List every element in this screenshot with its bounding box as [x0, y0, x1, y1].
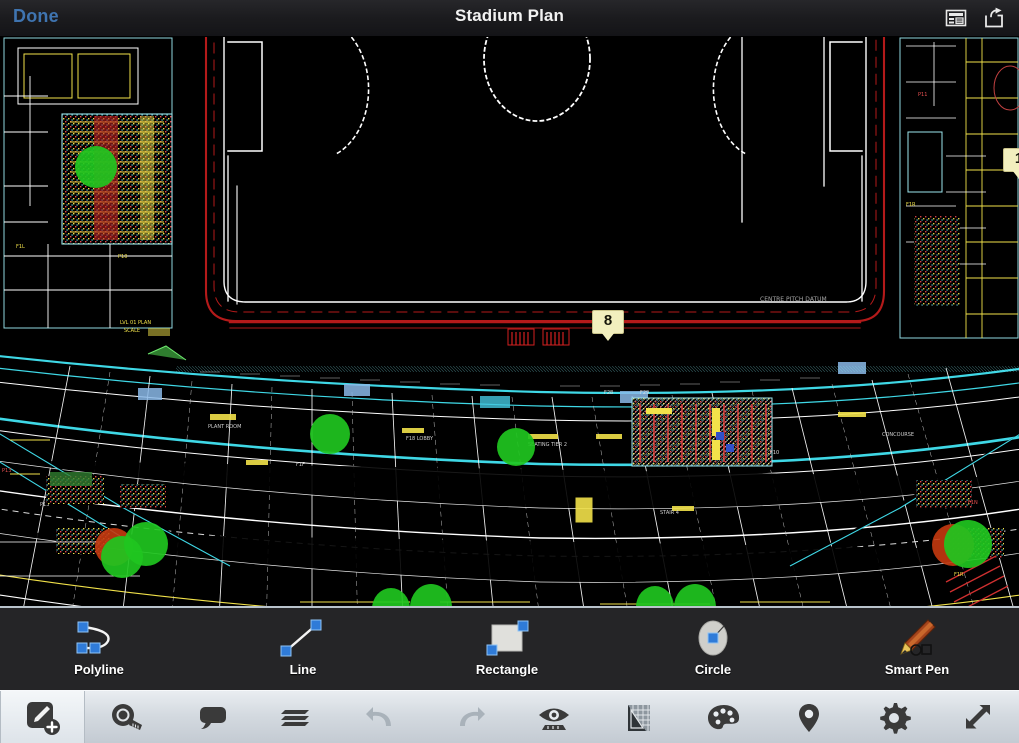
svg-text:F10: F10 — [770, 450, 779, 456]
tool-circle[interactable]: Circle — [658, 616, 768, 677]
tool-line[interactable]: Line — [248, 616, 358, 677]
location-pin-icon — [798, 703, 819, 732]
undo-arrow-icon — [365, 706, 391, 726]
settings-button[interactable] — [851, 691, 936, 743]
svg-text:F1L: F1L — [16, 244, 25, 250]
view-button[interactable] — [511, 691, 596, 743]
svg-text:P10: P10 — [118, 254, 127, 260]
svg-text:F1N: F1N — [968, 500, 978, 506]
smart-pen-icon — [862, 616, 972, 660]
polyline-icon — [44, 616, 154, 660]
measure-tape-icon — [111, 703, 142, 730]
top-navigation-bar: Done Stadium Plan — [0, 0, 1019, 37]
svg-text:F29: F29 — [640, 390, 649, 396]
expand-arrows-icon — [965, 704, 990, 728]
svg-text:P13: P13 — [2, 468, 11, 474]
layers-icon — [280, 709, 309, 726]
callout-badge-8[interactable]: 8 — [592, 310, 624, 341]
measure-button[interactable] — [85, 691, 170, 743]
done-button[interactable]: Done — [13, 6, 59, 27]
grid-ruler-icon — [627, 704, 650, 731]
layers-button[interactable] — [255, 691, 340, 743]
callout-badge-label: 8 — [603, 312, 613, 329]
svg-text:PLANT ROOM: PLANT ROOM — [208, 424, 241, 430]
note-button[interactable] — [170, 691, 255, 743]
svg-text:LVL 01 PLAN: LVL 01 PLAN — [120, 320, 151, 326]
paint-palette-icon — [707, 704, 739, 729]
line-icon — [248, 616, 358, 660]
app-root: Done Stadium Plan CENTRE PITCH DATUM F1L… — [0, 0, 1019, 743]
tool-label: Circle — [694, 662, 732, 677]
svg-text:SCALE: SCALE — [124, 328, 140, 334]
svg-text:F28: F28 — [604, 390, 613, 396]
markup-circle[interactable] — [75, 146, 117, 188]
drawing-canvas[interactable]: CENTRE PITCH DATUM F1L P10 LVL 01 PLAN S… — [0, 36, 1019, 606]
page-title: Stadium Plan — [455, 6, 564, 25]
tool-label: Polyline — [74, 662, 124, 677]
markup-circle[interactable] — [944, 520, 992, 568]
tool-smart-pen[interactable]: Smart Pen — [862, 616, 972, 677]
circle-icon — [658, 616, 768, 660]
undo-button[interactable] — [340, 691, 425, 743]
svg-text:STAIR 4: STAIR 4 — [660, 510, 679, 516]
svg-text:P11: P11 — [918, 92, 927, 98]
layout-view-icon[interactable] — [945, 7, 967, 29]
rectangle-icon — [452, 616, 562, 660]
svg-text:CONCOURSE: CONCOURSE — [882, 432, 914, 438]
tool-label: Rectangle — [475, 662, 539, 677]
redo-button[interactable] — [425, 691, 510, 743]
snap-grid-button[interactable] — [596, 691, 681, 743]
svg-text:CENTRE PITCH DATUM: CENTRE PITCH DATUM — [760, 296, 827, 303]
svg-text:F18 LOBBY: F18 LOBBY — [406, 436, 434, 442]
redo-arrow-icon — [459, 706, 485, 726]
tool-label: Line — [289, 662, 317, 677]
pin-button[interactable] — [766, 691, 851, 743]
callout-badge-label: 1 — [1015, 150, 1019, 167]
add-markup-button[interactable] — [0, 691, 85, 743]
pencil-plus-icon — [26, 701, 60, 735]
eye-icon — [538, 708, 569, 730]
tool-rectangle[interactable]: Rectangle — [452, 616, 562, 677]
svg-text:F1R: F1R — [954, 572, 964, 578]
svg-text:F1R: F1R — [906, 202, 916, 208]
markup-circle[interactable] — [124, 522, 168, 566]
topbar-actions — [945, 0, 1005, 36]
callout-badge-1[interactable]: 1 — [1003, 148, 1019, 179]
fullscreen-button[interactable] — [936, 691, 1019, 743]
palette-button[interactable] — [681, 691, 766, 743]
markup-circle[interactable] — [310, 414, 350, 454]
share-icon[interactable] — [983, 7, 1005, 29]
markup-circle[interactable] — [497, 428, 535, 466]
gear-icon — [879, 702, 911, 734]
cad-drawing: CENTRE PITCH DATUM F1L P10 LVL 01 PLAN S… — [0, 36, 1019, 606]
tool-polyline[interactable]: Polyline — [44, 616, 154, 677]
svg-text:F1F: F1F — [296, 462, 305, 468]
tool-label: Smart Pen — [884, 662, 950, 677]
bottom-toolbar — [0, 690, 1019, 743]
callout-note-icon — [199, 706, 226, 729]
shape-tool-palette: Polyline Line Rectangle Circle Smart Pen — [0, 606, 1019, 693]
